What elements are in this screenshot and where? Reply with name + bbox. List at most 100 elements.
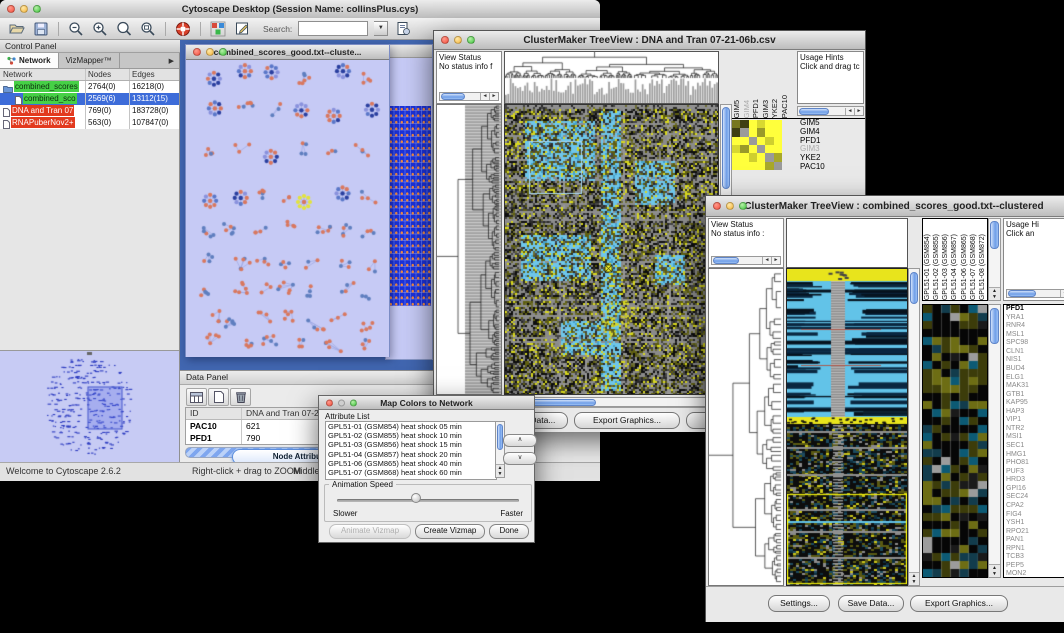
matrix-cell[interactable]: [774, 162, 782, 170]
matrix-cell[interactable]: [757, 137, 765, 145]
matrix-cell[interactable]: [765, 145, 773, 153]
zoom-in-icon[interactable]: [91, 21, 109, 37]
heatmap-global-view[interactable]: [786, 268, 908, 586]
attribute-item[interactable]: GPL51-06 (GSM865) heat shock 40 min: [326, 459, 496, 468]
attribute-list[interactable]: GPL51-01 (GSM854) heat shock 05 min GPL51…: [325, 421, 497, 480]
animate-vizmap-button[interactable]: Animate Vizmap: [329, 524, 411, 539]
scroll-arrows[interactable]: ▲▼: [989, 564, 1000, 577]
search-settings-icon[interactable]: [394, 21, 412, 37]
zoom-window-icon[interactable]: [350, 399, 357, 406]
column-labels-scrollbar[interactable]: ▲▼: [988, 218, 1001, 301]
row-dendrogram[interactable]: [436, 104, 502, 395]
move-up-button[interactable]: ∧: [503, 434, 537, 447]
delete-attribute-trash-icon[interactable]: [230, 388, 251, 406]
attribute-table-icon[interactable]: [186, 388, 207, 406]
matrix-cell[interactable]: [757, 162, 765, 170]
window-controls[interactable]: [7, 5, 41, 13]
help-lifering-icon[interactable]: [174, 21, 192, 37]
scroll-left-icon[interactable]: ◄: [1060, 290, 1064, 297]
matrix-cell[interactable]: [732, 128, 740, 136]
matrix-cell[interactable]: [749, 128, 757, 136]
network-canvas[interactable]: [186, 60, 389, 357]
matrix-cell[interactable]: [774, 137, 782, 145]
view-status-scrollbar[interactable]: ◄►: [711, 256, 781, 265]
main-title-bar[interactable]: Cytoscape Desktop (Session Name: collins…: [0, 0, 600, 19]
save-data-button[interactable]: Save Data...: [838, 595, 904, 612]
zoom-window-icon[interactable]: [33, 5, 41, 13]
vizmap-icon[interactable]: [209, 21, 227, 37]
speed-slider-thumb[interactable]: [411, 493, 421, 503]
new-attribute-icon[interactable]: [208, 388, 229, 406]
scrollbar-thumb[interactable]: [722, 107, 730, 189]
close-icon[interactable]: [193, 48, 201, 56]
minimize-icon[interactable]: [206, 48, 214, 56]
matrix-cell[interactable]: [749, 153, 757, 161]
matrix-cell[interactable]: [732, 120, 740, 128]
open-folder-icon[interactable]: [8, 21, 26, 37]
dense-network-cluster[interactable]: [388, 106, 431, 306]
matrix-cell[interactable]: [765, 153, 773, 161]
zoom-window-icon[interactable]: [219, 48, 227, 56]
move-down-button[interactable]: ∨: [503, 452, 537, 465]
scrollbar-thumb[interactable]: [910, 272, 918, 304]
zoom-heatmap[interactable]: [922, 304, 988, 578]
matrix-cell[interactable]: [757, 128, 765, 136]
matrix-cell[interactable]: [774, 120, 782, 128]
col-edges[interactable]: Edges: [130, 69, 179, 80]
network-view-title-bar[interactable]: combined_scores_good.txt--cluste...: [186, 45, 389, 60]
attribute-item[interactable]: GPL51-01 (GSM854) heat shock 05 min: [326, 422, 496, 431]
search-input[interactable]: [298, 21, 368, 36]
tab-overflow-arrow-icon[interactable]: ▶: [164, 53, 179, 68]
save-icon[interactable]: [32, 21, 50, 37]
matrix-cell[interactable]: [732, 162, 740, 170]
matrix-cell[interactable]: [765, 162, 773, 170]
scroll-left-icon[interactable]: ◄: [845, 108, 854, 115]
column-dendrogram[interactable]: [786, 218, 908, 268]
heatmap-global-view[interactable]: [504, 104, 719, 395]
col-nodes[interactable]: Nodes: [86, 69, 130, 80]
matrix-cell[interactable]: [732, 145, 740, 153]
attribute-list-scrollbar[interactable]: ▲▼: [495, 421, 505, 478]
scroll-right-icon[interactable]: ►: [489, 93, 498, 100]
matrix-cell[interactable]: [774, 145, 782, 153]
matrix-cell[interactable]: [757, 145, 765, 153]
scroll-left-icon[interactable]: ◄: [480, 93, 489, 100]
navigator-thumbnail[interactable]: [0, 351, 179, 463]
view-status-scrollbar[interactable]: ◄►: [439, 92, 499, 101]
scroll-arrows[interactable]: ▲▼: [496, 464, 504, 477]
annotation-icon[interactable]: [233, 21, 251, 37]
background-network-window[interactable]: [385, 44, 433, 360]
zoom-window-icon[interactable]: [467, 36, 475, 44]
dialog-title-bar[interactable]: Map Colors to Network: [319, 396, 534, 410]
matrix-cell[interactable]: [740, 162, 748, 170]
zoom-out-icon[interactable]: [67, 21, 85, 37]
settings-button[interactable]: Settings...: [768, 595, 830, 612]
matrix-cell[interactable]: [740, 145, 748, 153]
network-list-item[interactable]: DNA and Tran 07769(0)183728(0): [0, 105, 179, 117]
matrix-cell[interactable]: [732, 137, 740, 145]
scrollbar-thumb[interactable]: [990, 221, 999, 249]
scroll-arrows[interactable]: ▲▼: [909, 572, 919, 585]
scroll-arrows[interactable]: ▲▼: [989, 287, 1000, 300]
zoom-vertical-scrollbar[interactable]: ▲▼: [988, 304, 1001, 578]
export-graphics-button[interactable]: Export Graphics...: [910, 595, 1008, 612]
column-dendrogram[interactable]: [504, 51, 719, 104]
matrix-cell[interactable]: [765, 128, 773, 136]
matrix-cell[interactable]: [765, 120, 773, 128]
network-list-item[interactable]: RNAPuberNov2+563(0)107847(0): [0, 117, 179, 129]
matrix-cell[interactable]: [765, 137, 773, 145]
network-view-window[interactable]: combined_scores_good.txt--cluste...: [185, 44, 390, 357]
matrix-cell[interactable]: [732, 153, 740, 161]
scroll-right-icon[interactable]: ►: [771, 257, 780, 264]
done-button[interactable]: Done: [489, 524, 529, 539]
scroll-right-icon[interactable]: ►: [854, 108, 863, 115]
matrix-cell[interactable]: [774, 153, 782, 161]
matrix-cell[interactable]: [749, 120, 757, 128]
close-icon[interactable]: [441, 36, 449, 44]
attribute-item[interactable]: GPL51-04 (GSM857) heat shock 20 min: [326, 450, 496, 459]
matrix-cell[interactable]: [749, 162, 757, 170]
tab-network[interactable]: Network: [0, 53, 59, 68]
minimize-icon[interactable]: [454, 36, 462, 44]
scroll-left-icon[interactable]: ◄: [762, 257, 771, 264]
usage-hints-scrollbar[interactable]: ◄►: [1006, 289, 1064, 298]
